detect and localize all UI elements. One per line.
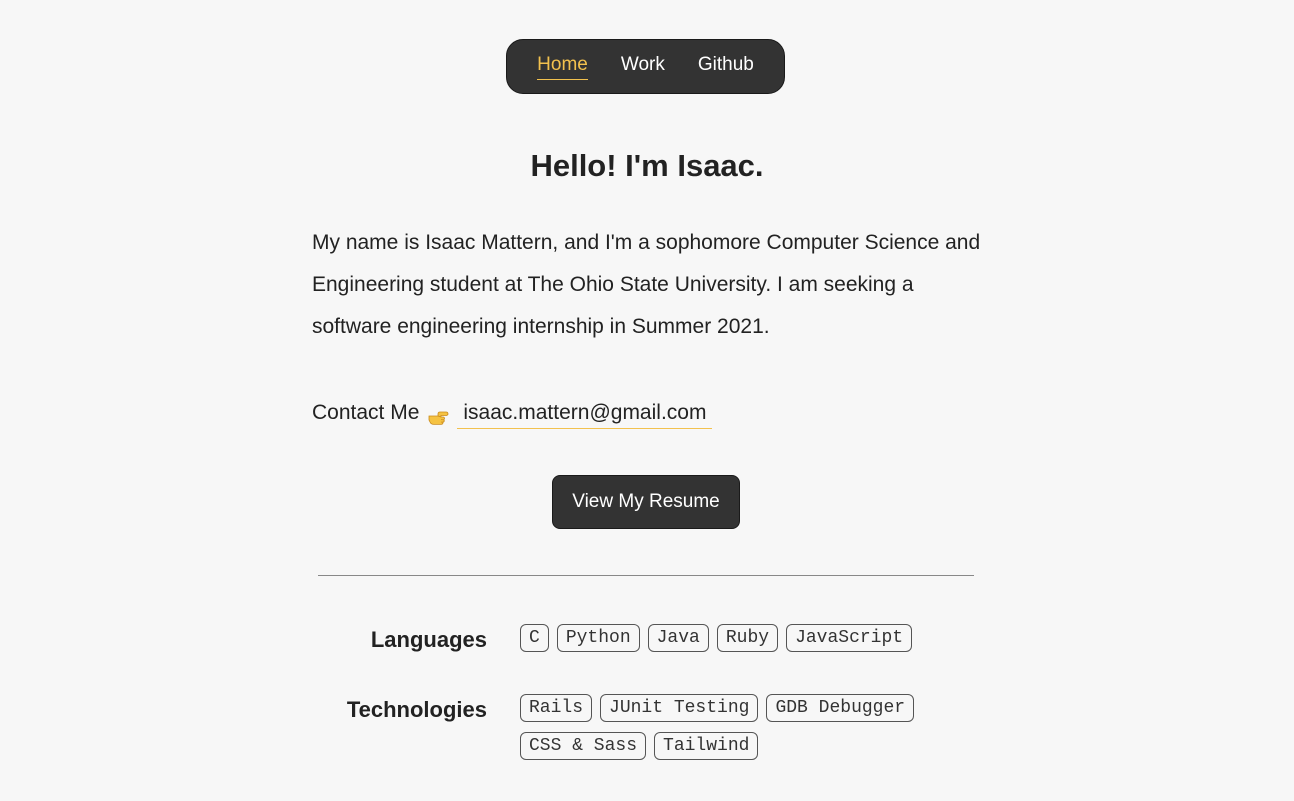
languages-label: Languages bbox=[370, 627, 487, 652]
technologies-tags: Rails JUnit Testing GDB Debugger CSS & S… bbox=[520, 694, 970, 760]
contact-label: Contact Me bbox=[312, 401, 420, 424]
view-resume-button[interactable]: View My Resume bbox=[552, 475, 740, 529]
nav-github-link[interactable]: Github bbox=[698, 54, 754, 80]
section-divider bbox=[318, 575, 974, 576]
nav-home-link[interactable]: Home bbox=[537, 54, 588, 80]
technology-tag: Rails bbox=[520, 694, 593, 722]
language-tag: Python bbox=[556, 624, 640, 652]
technology-tag: JUnit Testing bbox=[600, 694, 759, 722]
nav-work-link[interactable]: Work bbox=[621, 54, 665, 80]
page-title: Hello! I'm Isaac. bbox=[530, 148, 764, 183]
contact-row: Contact Me isaac.mattern@gmail.com bbox=[312, 392, 713, 434]
page: Home Work Github Hello! I'm Isaac. My na… bbox=[0, 0, 1294, 801]
technologies-label: Technologies bbox=[346, 697, 487, 722]
intro-paragraph: My name is Isaac Mattern, and I'm a soph… bbox=[312, 231, 981, 338]
technology-tag: Tailwind bbox=[654, 732, 759, 760]
language-tag: C bbox=[520, 624, 549, 652]
languages-tags: C Python Java Ruby JavaScript bbox=[520, 624, 970, 652]
top-nav: Home Work Github bbox=[506, 39, 785, 94]
technology-tag: GDB Debugger bbox=[766, 694, 915, 722]
pointing-hand-icon bbox=[427, 402, 449, 425]
language-tag: JavaScript bbox=[786, 624, 913, 652]
language-tag: Java bbox=[647, 624, 709, 652]
technology-tag: CSS & Sass bbox=[520, 732, 647, 760]
language-tag: Ruby bbox=[716, 624, 779, 652]
email-link[interactable]: isaac.mattern@gmail.com bbox=[457, 398, 713, 429]
